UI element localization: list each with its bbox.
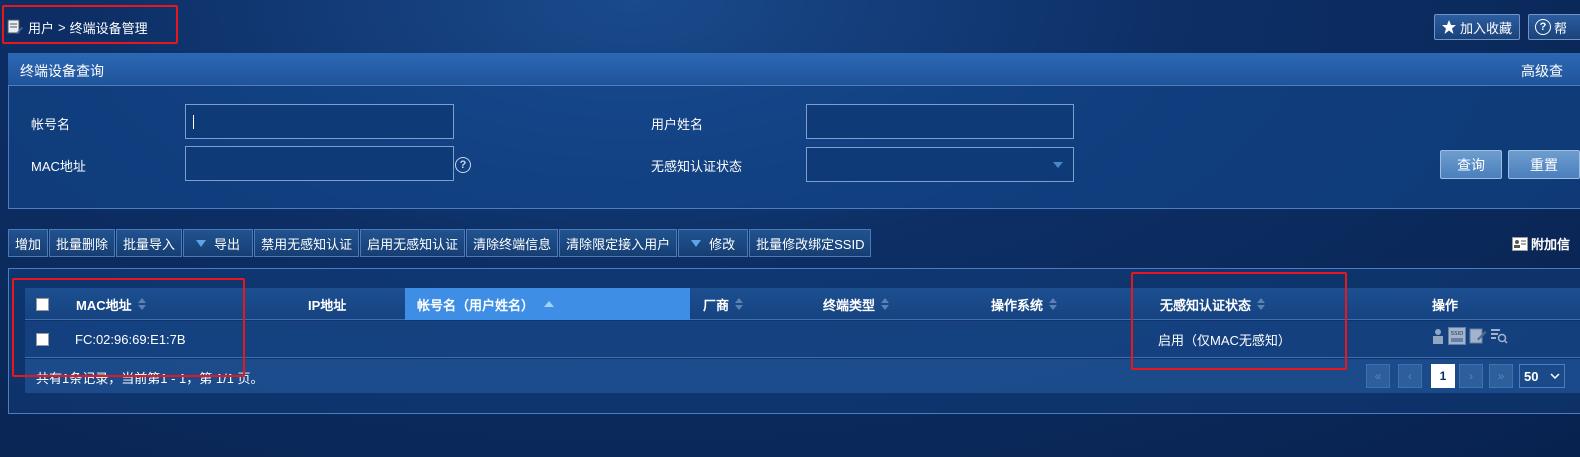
search-button[interactable]: 查询: [1440, 150, 1502, 179]
first-page-icon: «: [1374, 369, 1382, 383]
column-header-vendor[interactable]: 厂商: [703, 288, 744, 320]
account-label: 帐号名: [31, 117, 71, 132]
details-search-icon[interactable]: [1490, 327, 1508, 345]
first-page-button[interactable]: «: [1366, 364, 1390, 388]
ssid-icon[interactable]: SSID: [1448, 327, 1466, 345]
column-device-type-label: 终端类型: [823, 297, 876, 313]
star-icon: [1442, 20, 1456, 34]
column-header-action: 操作: [1432, 288, 1458, 320]
column-header-device-type[interactable]: 终端类型: [823, 288, 890, 320]
attach-info-label: 附加信: [1531, 237, 1571, 252]
account-input[interactable]: [185, 104, 454, 139]
chevron-down-icon: [1550, 373, 1560, 379]
batch-import-label: 批量导入: [123, 236, 176, 252]
add-favorite-button[interactable]: 加入收藏: [1434, 14, 1520, 40]
add-favorite-label: 加入收藏: [1460, 20, 1513, 36]
batch-delete-label: 批量删除: [56, 236, 109, 252]
sort-ascending-icon: [544, 301, 555, 307]
current-page-button[interactable]: 1: [1431, 364, 1455, 388]
advanced-query-link[interactable]: 高级查: [1521, 61, 1563, 81]
id-card-icon: [1512, 236, 1528, 251]
auth-status-label: 无感知认证状态: [651, 159, 743, 174]
edit-icon[interactable]: [1469, 327, 1487, 345]
chevron-right-icon: ›: [1469, 369, 1473, 383]
prev-page-button[interactable]: ‹: [1398, 364, 1422, 388]
enable-auth-button[interactable]: 启用无感知认证: [360, 229, 466, 257]
column-header-account[interactable]: 帐号名（用户姓名）: [405, 288, 690, 320]
help-button[interactable]: ? 帮: [1528, 14, 1580, 40]
annotation-box-breadcrumb: [2, 5, 178, 44]
help-label: 帮: [1554, 20, 1568, 36]
annotation-box-mac: [12, 278, 245, 377]
batch-delete-button[interactable]: 批量删除: [49, 229, 116, 257]
clear-terminal-info-label: 清除终端信息: [473, 236, 552, 252]
help-icon: ?: [1535, 19, 1551, 35]
caret-down-icon: [196, 239, 207, 247]
add-button-label: 增加: [15, 236, 42, 252]
sort-icon: [1049, 298, 1058, 310]
last-page-icon: »: [1497, 369, 1505, 383]
last-page-button[interactable]: »: [1489, 364, 1513, 388]
column-header-ip[interactable]: IP地址: [308, 288, 346, 320]
page-size-select[interactable]: 50: [1519, 364, 1565, 388]
chevron-down-icon: [1053, 162, 1063, 168]
user-icon[interactable]: [1431, 327, 1445, 345]
chevron-left-icon: ‹: [1408, 369, 1412, 383]
row-action-icons: SSID: [1431, 327, 1508, 345]
annotation-box-auth-status: [1131, 272, 1347, 370]
column-action-label: 操作: [1432, 297, 1459, 313]
auth-status-select[interactable]: [806, 147, 1074, 182]
sort-icon: [881, 298, 890, 310]
attach-info-button[interactable]: 附加信: [1512, 234, 1570, 253]
column-os-label: 操作系统: [991, 297, 1044, 313]
batch-import-button[interactable]: 批量导入: [116, 229, 183, 257]
clear-limited-users-label: 清除限定接入用户: [566, 236, 671, 252]
clear-terminal-info-button[interactable]: 清除终端信息: [466, 229, 559, 257]
column-account-label: 帐号名（用户姓名）: [417, 297, 535, 313]
column-ip-label: IP地址: [308, 297, 347, 313]
mac-input[interactable]: [185, 146, 454, 181]
username-label: 用户姓名: [651, 117, 704, 132]
toolbar: 增加 批量删除 批量导入 导出 禁用无感知认证 启用无感知认证 清除终端信息 清…: [8, 229, 872, 257]
add-button[interactable]: 增加: [8, 229, 49, 257]
disable-auth-label: 禁用无感知认证: [261, 236, 353, 252]
column-header-os[interactable]: 操作系统: [991, 288, 1058, 320]
enable-auth-label: 启用无感知认证: [367, 236, 459, 252]
clear-limited-users-button[interactable]: 清除限定接入用户: [559, 229, 678, 257]
column-vendor-label: 厂商: [703, 297, 730, 313]
modify-label: 修改: [709, 236, 736, 252]
sort-icon: [735, 298, 744, 310]
batch-modify-ssid-label: 批量修改绑定SSID: [756, 236, 865, 252]
reset-button[interactable]: 重置: [1508, 150, 1580, 179]
export-label: 导出: [214, 236, 241, 252]
disable-auth-button[interactable]: 禁用无感知认证: [254, 229, 360, 257]
username-input[interactable]: [806, 104, 1074, 139]
ssid-icon-text: SSID: [1451, 331, 1464, 337]
batch-modify-ssid-button[interactable]: 批量修改绑定SSID: [749, 229, 872, 257]
page-size-value: 50: [1524, 368, 1539, 384]
export-button[interactable]: 导出: [183, 229, 254, 257]
caret-down-icon: [691, 239, 702, 247]
query-panel-title: 终端设备查询: [20, 63, 104, 79]
modify-button[interactable]: 修改: [678, 229, 749, 257]
next-page-button[interactable]: ›: [1459, 364, 1483, 388]
mac-label: MAC地址: [31, 159, 86, 174]
mac-help-icon[interactable]: ?: [455, 157, 471, 173]
query-panel-header: [8, 53, 1580, 86]
